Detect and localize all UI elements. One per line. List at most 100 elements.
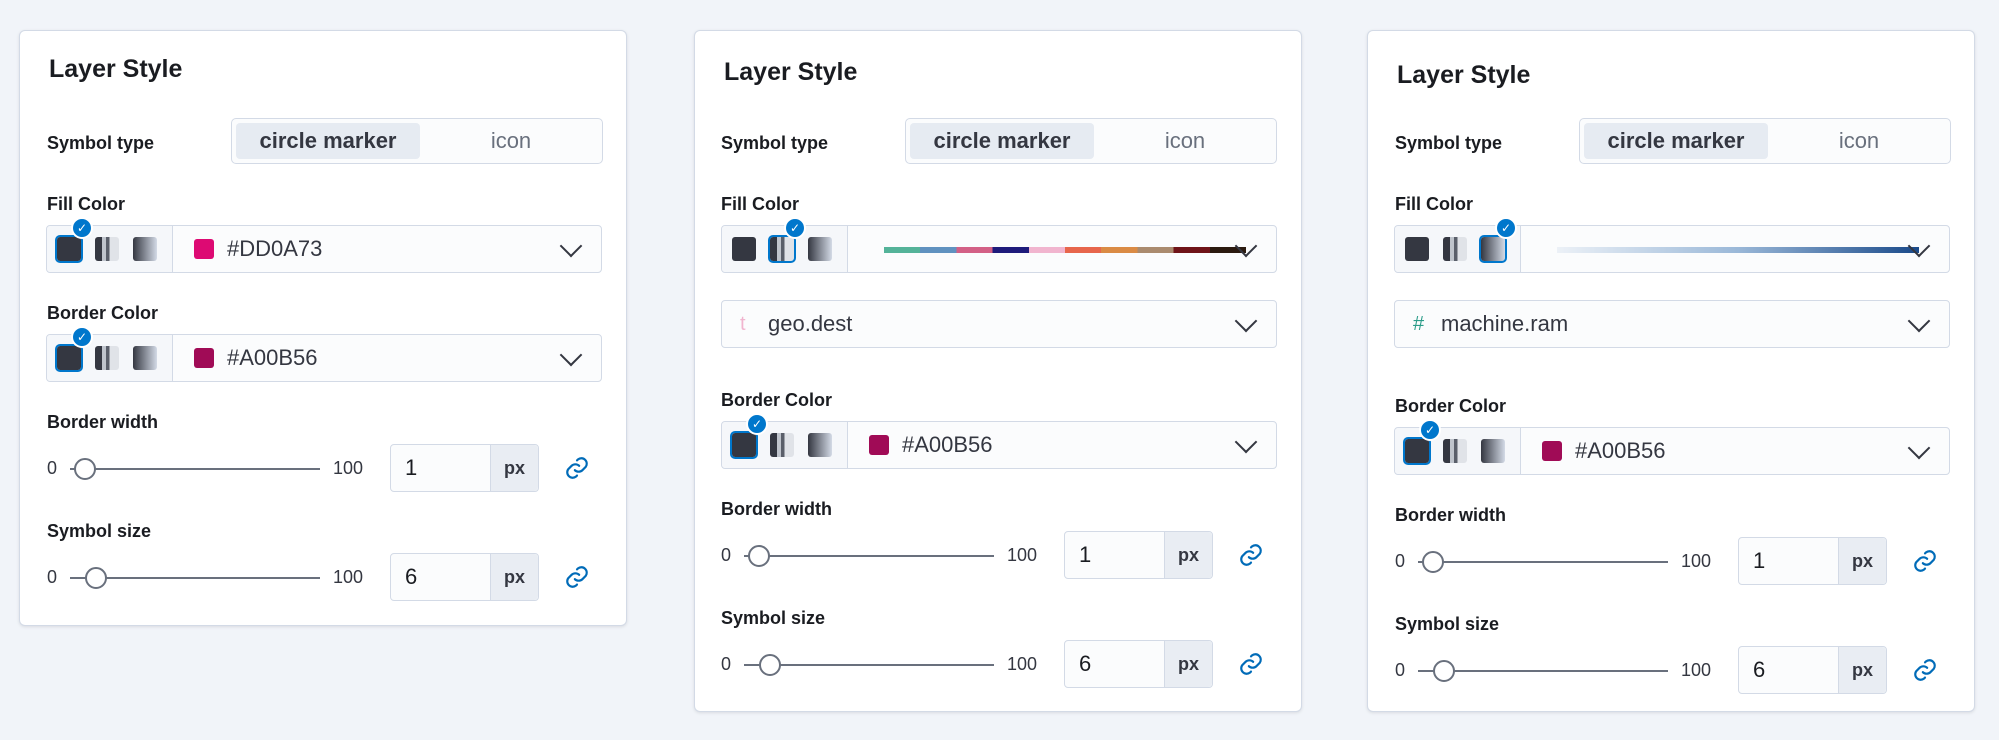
chevron-down-icon[interactable] [1234,234,1258,258]
border-width-slider-thumb[interactable] [74,458,96,480]
layer-style-panel: Layer Style Symbol type circle marker ic… [1367,30,1975,712]
fill-color-select[interactable]: ✓ [721,217,1277,273]
icon-option[interactable]: icon [1770,123,1948,159]
color-mode-group: ✓ [1395,217,1521,272]
color-swatch [194,239,214,259]
color-mode-group: ✓ [722,217,848,272]
panel-title: Layer Style [724,58,858,86]
layer-style-panel: Layer Style Symbol type circle marker ic… [694,30,1302,712]
range-min: 0 [47,567,58,587]
border-width-label: Border width [1395,505,1506,525]
range-max: 100 [333,567,364,587]
categorical-mode-icon[interactable] [768,235,796,263]
circle-marker-option[interactable]: circle marker [910,123,1094,159]
border-width-input[interactable]: 1 px [390,444,539,492]
string-field-icon: t [740,313,746,335]
solid-mode-icon[interactable] [55,344,83,372]
symbol-size-slider-thumb[interactable] [1433,660,1455,682]
link-icon[interactable] [1912,548,1938,574]
chevron-down-icon[interactable] [1907,234,1931,258]
chevron-down-icon[interactable] [1234,309,1258,333]
color-swatch [194,348,214,368]
border-width-input[interactable]: 1 px [1064,531,1213,579]
chevron-down-icon[interactable] [1907,309,1931,333]
range-min: 0 [47,458,58,478]
fill-color-label: Fill Color [1395,194,1473,214]
fill-color-label: Fill Color [721,194,799,214]
symbol-size-slider-track[interactable] [744,664,994,666]
border-color-label: Border Color [47,303,159,323]
icon-option[interactable]: icon [1096,123,1274,159]
border-width-slider-track[interactable] [70,468,320,470]
border-width-slider-track[interactable] [744,555,994,557]
symbol-type-label: Symbol type [1395,133,1503,153]
link-icon[interactable] [564,564,590,590]
field-select[interactable]: t geo.dest [721,300,1277,348]
categorical-mode-icon[interactable] [1443,237,1467,261]
color-swatch [869,435,889,455]
symbol-size-slider-thumb[interactable] [85,567,107,589]
symbol-size-slider-track[interactable] [70,577,320,579]
panel-title: Layer Style [1397,61,1531,89]
color-hex-value: #A00B56 [902,432,993,457]
gradient-mode-icon[interactable] [808,433,832,457]
border-width-value: 1 [1753,548,1766,573]
fill-color-select[interactable]: ✓ [1394,217,1950,273]
link-icon[interactable] [564,455,590,481]
border-width-slider-track[interactable] [1418,561,1668,563]
range-max: 100 [1007,654,1038,674]
border-width-slider-thumb[interactable] [748,545,770,567]
symbol-size-value: 6 [1079,651,1092,676]
circle-marker-option[interactable]: circle marker [1584,123,1768,159]
solid-mode-icon[interactable] [1403,437,1431,465]
chevron-down-icon[interactable] [1907,436,1931,460]
panel-title: Layer Style [49,55,183,83]
border-color-select[interactable]: ✓ #A00B56 [46,326,602,382]
solid-mode-icon[interactable] [730,431,758,459]
icon-option[interactable]: icon [422,123,600,159]
chevron-down-icon[interactable] [1234,430,1258,454]
gradient-mode-icon[interactable] [808,237,832,261]
symbol-size-label: Symbol size [721,608,826,628]
symbol-size-slider-track[interactable] [1418,670,1668,672]
unit-label: px [1838,538,1886,584]
categorical-mode-icon[interactable] [770,433,794,457]
chevron-down-icon[interactable] [559,343,583,367]
border-color-select[interactable]: ✓ #A00B56 [1394,419,1950,475]
field-name: machine.ram [1441,311,1569,336]
field-select[interactable]: # machine.ram [1394,300,1950,348]
categorical-mode-icon[interactable] [1443,439,1467,463]
symbol-size-input[interactable]: 6 px [1738,646,1887,694]
symbol-size-input[interactable]: 6 px [1064,640,1213,688]
symbol-size-slider-thumb[interactable] [759,654,781,676]
border-color-select[interactable]: ✓ #A00B56 [721,413,1277,469]
color-palette-strip [884,247,1246,253]
color-gradient-strip [1557,247,1919,253]
link-icon[interactable] [1238,542,1264,568]
circle-marker-option[interactable]: circle marker [236,123,420,159]
categorical-mode-icon[interactable] [95,346,119,370]
symbol-size-input[interactable]: 6 px [390,553,539,601]
gradient-mode-icon[interactable] [1481,439,1505,463]
gradient-mode-icon[interactable] [133,237,157,261]
symbol-size-label: Symbol size [1395,614,1500,634]
unit-label: px [1164,641,1212,687]
symbol-size-value: 6 [1753,657,1766,682]
border-width-slider-thumb[interactable] [1422,551,1444,573]
color-mode-group: ✓ [47,217,173,272]
categorical-mode-icon[interactable] [95,237,119,261]
solid-mode-icon[interactable] [732,237,756,261]
chevron-down-icon[interactable] [559,234,583,258]
fill-color-select[interactable]: ✓ #DD0A73 [46,217,602,273]
solid-mode-icon[interactable] [1405,237,1429,261]
check-icon: ✓ [71,326,93,348]
link-icon[interactable] [1238,651,1264,677]
gradient-mode-icon[interactable] [1479,235,1507,263]
solid-mode-icon[interactable] [55,235,83,263]
range-min: 0 [721,654,732,674]
link-icon[interactable] [1912,657,1938,683]
field-name: geo.dest [768,311,853,336]
border-width-input[interactable]: 1 px [1738,537,1887,585]
gradient-mode-icon[interactable] [133,346,157,370]
check-icon: ✓ [71,217,93,239]
